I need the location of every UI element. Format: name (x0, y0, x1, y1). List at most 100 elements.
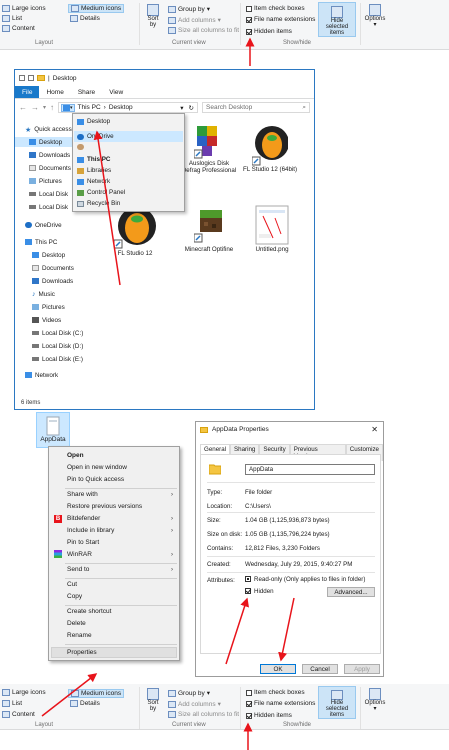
file-minecraft-optifine[interactable]: Minecraft Optifine (181, 204, 237, 253)
file-untitled-png[interactable]: Untitled.png (247, 204, 297, 253)
tab-view[interactable]: View (102, 86, 130, 98)
folder-name-field[interactable]: AppData (245, 464, 375, 475)
ctx-pin-quick-access[interactable]: Pin to Quick access (67, 476, 124, 483)
recent-locations-chevron-icon[interactable]: ▾ (43, 104, 46, 111)
details-option[interactable]: Details (70, 700, 100, 707)
nav-desktop[interactable]: Desktop (32, 250, 65, 260)
options-button[interactable]: Options ▾ (364, 4, 386, 28)
details-option[interactable]: Details (70, 15, 100, 22)
close-icon[interactable]: ✕ (371, 425, 378, 434)
nav-local-disk-quick-2[interactable]: Local Disk (29, 202, 68, 212)
add-columns-button[interactable]: Add columns ▾ (168, 16, 221, 24)
content-option[interactable]: Content (2, 711, 35, 718)
ctx-delete[interactable]: Delete (67, 620, 86, 627)
nav-local-disk-c[interactable]: Local Disk (C:) (32, 328, 83, 338)
refresh-icon[interactable]: ↻ (189, 104, 197, 112)
forward-arrow-icon[interactable]: → (31, 103, 39, 112)
nav-local-disk-e[interactable]: Local Disk (E:) (32, 354, 83, 364)
large-icons-option[interactable]: Large icons (2, 5, 46, 12)
medium-icons-option[interactable]: Medium icons (68, 4, 125, 13)
ctx-bitdefender[interactable]: Bitdefender (67, 515, 100, 522)
dropdown-item-network[interactable]: Network (77, 178, 110, 185)
breadcrumb-desktop[interactable]: Desktop (109, 104, 133, 111)
nav-pictures[interactable]: Pictures (32, 302, 65, 312)
ctx-rename[interactable]: Rename (67, 632, 92, 639)
large-icons-option[interactable]: Large icons (2, 689, 46, 696)
medium-icons-option[interactable]: Medium icons (68, 689, 125, 698)
breadcrumb-this-pc[interactable]: This PC (78, 104, 101, 111)
hidden-checkbox[interactable]: Hidden (245, 588, 274, 595)
nav-quick-access[interactable]: ★ Quick access (25, 124, 72, 135)
ctx-create-shortcut[interactable]: Create shortcut (67, 608, 111, 615)
apply-button[interactable]: Apply (344, 664, 380, 674)
ctx-restore-previous[interactable]: Restore previous versions (67, 503, 142, 510)
size-all-columns-button[interactable]: Size all columns to fit (168, 27, 239, 34)
size-all-columns-button[interactable]: Size all columns to fit (168, 711, 239, 718)
dropdown-item-user[interactable] (77, 144, 87, 150)
ctx-send-to[interactable]: Send to (67, 566, 89, 573)
tab-file[interactable]: File (15, 86, 40, 98)
address-dropdown-chevron-icon[interactable]: ▾ (180, 104, 185, 112)
nav-local-disk-d[interactable]: Local Disk (D:) (32, 341, 83, 351)
hidden-items-checkbox[interactable]: Hidden items (246, 712, 292, 719)
ctx-open-new-window[interactable]: Open in new window (67, 464, 127, 471)
sort-by-button[interactable]: Sort by (145, 4, 161, 28)
ctx-include-library[interactable]: Include in library (67, 527, 114, 534)
group-by-button[interactable]: Group by ▾ (168, 5, 210, 13)
address-bar[interactable]: ▾ This PC › Desktop ▾ ↻ (58, 102, 198, 113)
nav-music[interactable]: ♪ Music (32, 289, 55, 299)
address-root-button[interactable]: ▾ (61, 103, 75, 112)
hidden-items-checkbox[interactable]: Hidden items (246, 28, 292, 35)
nav-this-pc[interactable]: This PC (25, 237, 57, 247)
dropdown-item-desktop[interactable]: Desktop (77, 118, 110, 125)
back-arrow-icon[interactable]: ← (19, 103, 27, 112)
tab-share[interactable]: Share (71, 86, 102, 98)
group-by-button[interactable]: Group by ▾ (168, 689, 210, 697)
dropdown-item-libraries[interactable]: Libraries (77, 167, 111, 174)
hide-selected-items-button[interactable]: Hide selected items (318, 2, 356, 37)
sort-by-button[interactable]: Sort by (145, 688, 161, 712)
list-option[interactable]: List (2, 15, 22, 22)
dropdown-item-recycle-bin[interactable]: Recycle Bin (77, 200, 120, 207)
tab-home[interactable]: Home (39, 86, 70, 98)
quick-access-new-folder-icon[interactable] (28, 75, 34, 81)
ctx-winrar[interactable]: WinRAR (67, 551, 92, 558)
nav-onedrive[interactable]: OneDrive (25, 220, 62, 230)
up-arrow-icon[interactable]: ↑ (50, 103, 54, 112)
ctx-copy[interactable]: Copy (67, 593, 82, 600)
ok-button[interactable]: OK (260, 664, 296, 674)
list-option[interactable]: List (2, 700, 22, 707)
dropdown-item-this-pc[interactable]: This PC (77, 156, 110, 163)
dropdown-item-onedrive[interactable]: OneDrive (74, 131, 183, 142)
nav-pictures-quick[interactable]: Pictures (29, 176, 62, 186)
nav-downloads-quick[interactable]: Downloads (29, 150, 70, 160)
advanced-button[interactable]: Advanced... (327, 587, 375, 597)
file-name-extensions-checkbox[interactable]: File name extensions (246, 700, 315, 707)
dropdown-item-control-panel[interactable]: Control Panel (77, 189, 125, 196)
quick-access-properties-icon[interactable] (19, 75, 25, 81)
read-only-checkbox[interactable]: Read-only (Only applies to files in fold… (245, 576, 365, 583)
nav-network[interactable]: Network (25, 370, 58, 380)
content-option[interactable]: Content (2, 25, 35, 32)
add-columns-button[interactable]: Add columns ▾ (168, 700, 221, 708)
ctx-open[interactable]: Open (67, 452, 84, 459)
nav-videos[interactable]: Videos (32, 315, 61, 325)
file-name-extensions-checkbox[interactable]: File name extensions (246, 16, 315, 23)
search-input[interactable]: Search Desktop ⌕ (202, 102, 310, 113)
ctx-cut[interactable]: Cut (67, 581, 77, 588)
file-fl-studio-64[interactable]: FL Studio 12 (64bit) (241, 124, 299, 173)
item-check-boxes-checkbox[interactable]: Item check boxes (246, 5, 305, 12)
cancel-button[interactable]: Cancel (302, 664, 338, 674)
appdata-folder[interactable]: AppData (36, 412, 70, 448)
hide-selected-items-button[interactable]: Hide selected items (318, 686, 356, 719)
nav-local-disk-quick-1[interactable]: Local Disk (29, 189, 68, 199)
ctx-pin-start[interactable]: Pin to Start (67, 539, 99, 546)
file-auslogics-defrag[interactable]: Auslogics Disk Defrag Professional (181, 122, 237, 174)
nav-documents[interactable]: Documents (32, 263, 74, 273)
item-check-boxes-checkbox[interactable]: Item check boxes (246, 689, 305, 696)
nav-downloads[interactable]: Downloads (32, 276, 73, 286)
nav-documents-quick[interactable]: Documents (29, 163, 71, 173)
options-button[interactable]: Options ▾ (364, 688, 386, 712)
ctx-properties[interactable]: Properties (67, 649, 97, 656)
ctx-share-with[interactable]: Share with (67, 491, 177, 498)
